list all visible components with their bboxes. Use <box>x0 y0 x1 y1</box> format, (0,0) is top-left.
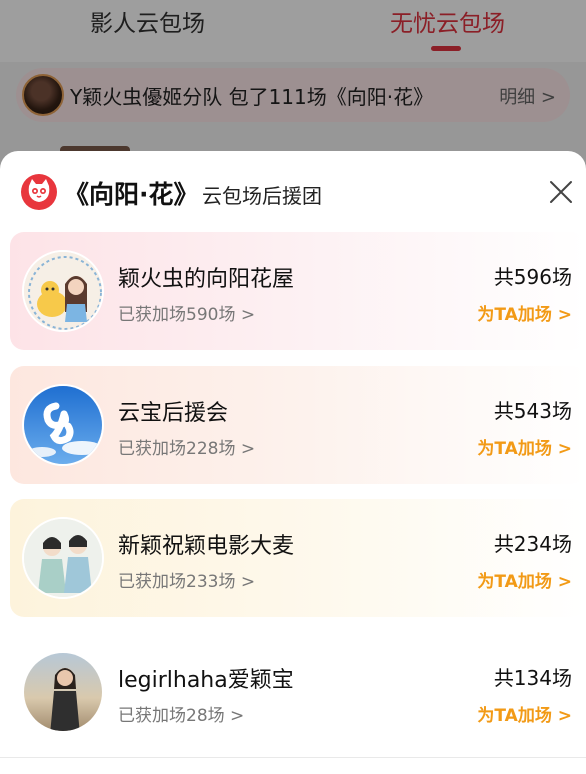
total-count: 共234场 <box>493 532 572 556</box>
add-session-button[interactable]: 为TA加场 > <box>477 300 572 325</box>
total-count: 共543场 <box>493 399 572 423</box>
joined-count-link[interactable]: 已获加场590场 > <box>118 300 255 325</box>
close-icon[interactable] <box>548 179 574 205</box>
add-session-button[interactable]: 为TA加场 > <box>477 701 572 726</box>
divider <box>0 757 586 758</box>
group-avatar <box>22 517 104 599</box>
support-group-sheet: 《向阳·花》 云包场后援团 颖火虫的向阳花屋 已获加场590场 > 共596场 <box>0 151 586 774</box>
add-session-button[interactable]: 为TA加场 > <box>477 567 572 592</box>
group-name: 新颖祝颖电影大麦 <box>118 534 295 559</box>
total-count: 共596场 <box>493 265 572 289</box>
group-name: legirlhaha爱颖宝 <box>118 668 294 693</box>
group-card[interactable]: 新颖祝颖电影大麦 已获加场233场 > 共234场 为TA加场 > <box>10 499 586 617</box>
group-name: 云宝后援会 <box>118 401 229 426</box>
joined-count-link[interactable]: 已获加场28场 > <box>118 701 244 726</box>
group-card[interactable]: legirlhaha爱颖宝 已获加场28场 > 共134场 为TA加场 > <box>10 633 586 751</box>
group-card[interactable]: 云宝后援会 已获加场228场 > 共543场 为TA加场 > <box>10 366 586 484</box>
sheet-title: 《向阳·花》 <box>64 180 199 209</box>
cat-logo-icon <box>21 174 57 210</box>
group-avatar <box>22 651 104 733</box>
sheet-subtitle: 云包场后援团 <box>202 184 322 208</box>
add-session-button[interactable]: 为TA加场 > <box>477 434 572 459</box>
total-count: 共134场 <box>493 666 572 690</box>
group-name: 颖火虫的向阳花屋 <box>118 267 295 292</box>
joined-count-link[interactable]: 已获加场228场 > <box>118 434 255 459</box>
group-avatar <box>22 250 104 332</box>
group-avatar <box>22 384 104 466</box>
group-card[interactable]: 颖火虫的向阳花屋 已获加场590场 > 共596场 为TA加场 > <box>10 232 586 350</box>
joined-count-link[interactable]: 已获加场233场 > <box>118 567 255 592</box>
